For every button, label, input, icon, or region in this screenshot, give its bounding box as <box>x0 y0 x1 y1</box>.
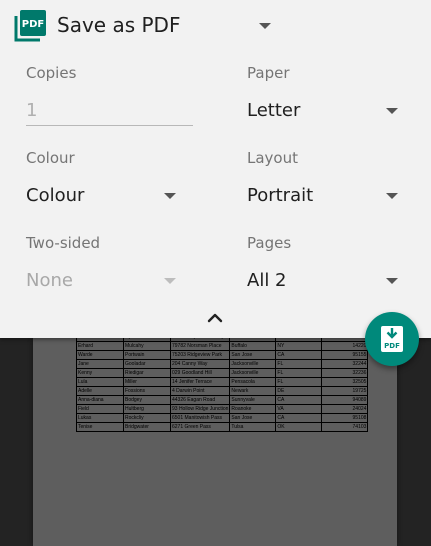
destination-title: Save as PDF <box>57 13 181 37</box>
two-sided-select: None <box>26 270 73 291</box>
fab-pdf-text: PDF <box>384 342 400 350</box>
paper-select[interactable]: Letter <box>247 100 300 121</box>
svg-text:PDF: PDF <box>22 19 44 30</box>
paper-label: Paper <box>247 64 290 82</box>
layout-label: Layout <box>247 149 298 167</box>
chevron-down-icon <box>164 278 176 284</box>
pdf-icon: PDF <box>14 10 46 42</box>
pages-label: Pages <box>247 234 292 252</box>
print-preview-area: NanaueHyltan11408 Gaydar ParkwayNew Bedf… <box>0 332 431 546</box>
two-sided-label: Two-sided <box>26 234 101 252</box>
copies-input[interactable] <box>26 96 193 126</box>
colour-label: Colour <box>26 149 75 167</box>
chevron-down-icon[interactable] <box>386 193 398 199</box>
preview-scrim <box>0 338 431 546</box>
print-settings-panel: PDF Save as PDF Copies Paper Letter Colo… <box>0 0 431 338</box>
chevron-up-icon[interactable] <box>205 308 225 328</box>
chevron-down-icon[interactable] <box>259 23 271 29</box>
download-pdf-icon: PDF <box>381 326 403 352</box>
colour-select[interactable]: Colour <box>26 185 84 206</box>
chevron-down-icon[interactable] <box>164 193 176 199</box>
pages-select[interactable]: All 2 <box>247 270 287 291</box>
download-pdf-button[interactable]: PDF <box>365 312 419 366</box>
destination-selector[interactable]: PDF Save as PDF <box>0 0 431 52</box>
chevron-down-icon[interactable] <box>386 108 398 114</box>
copies-label: Copies <box>26 64 77 82</box>
chevron-down-icon[interactable] <box>386 278 398 284</box>
layout-select[interactable]: Portrait <box>247 185 313 206</box>
